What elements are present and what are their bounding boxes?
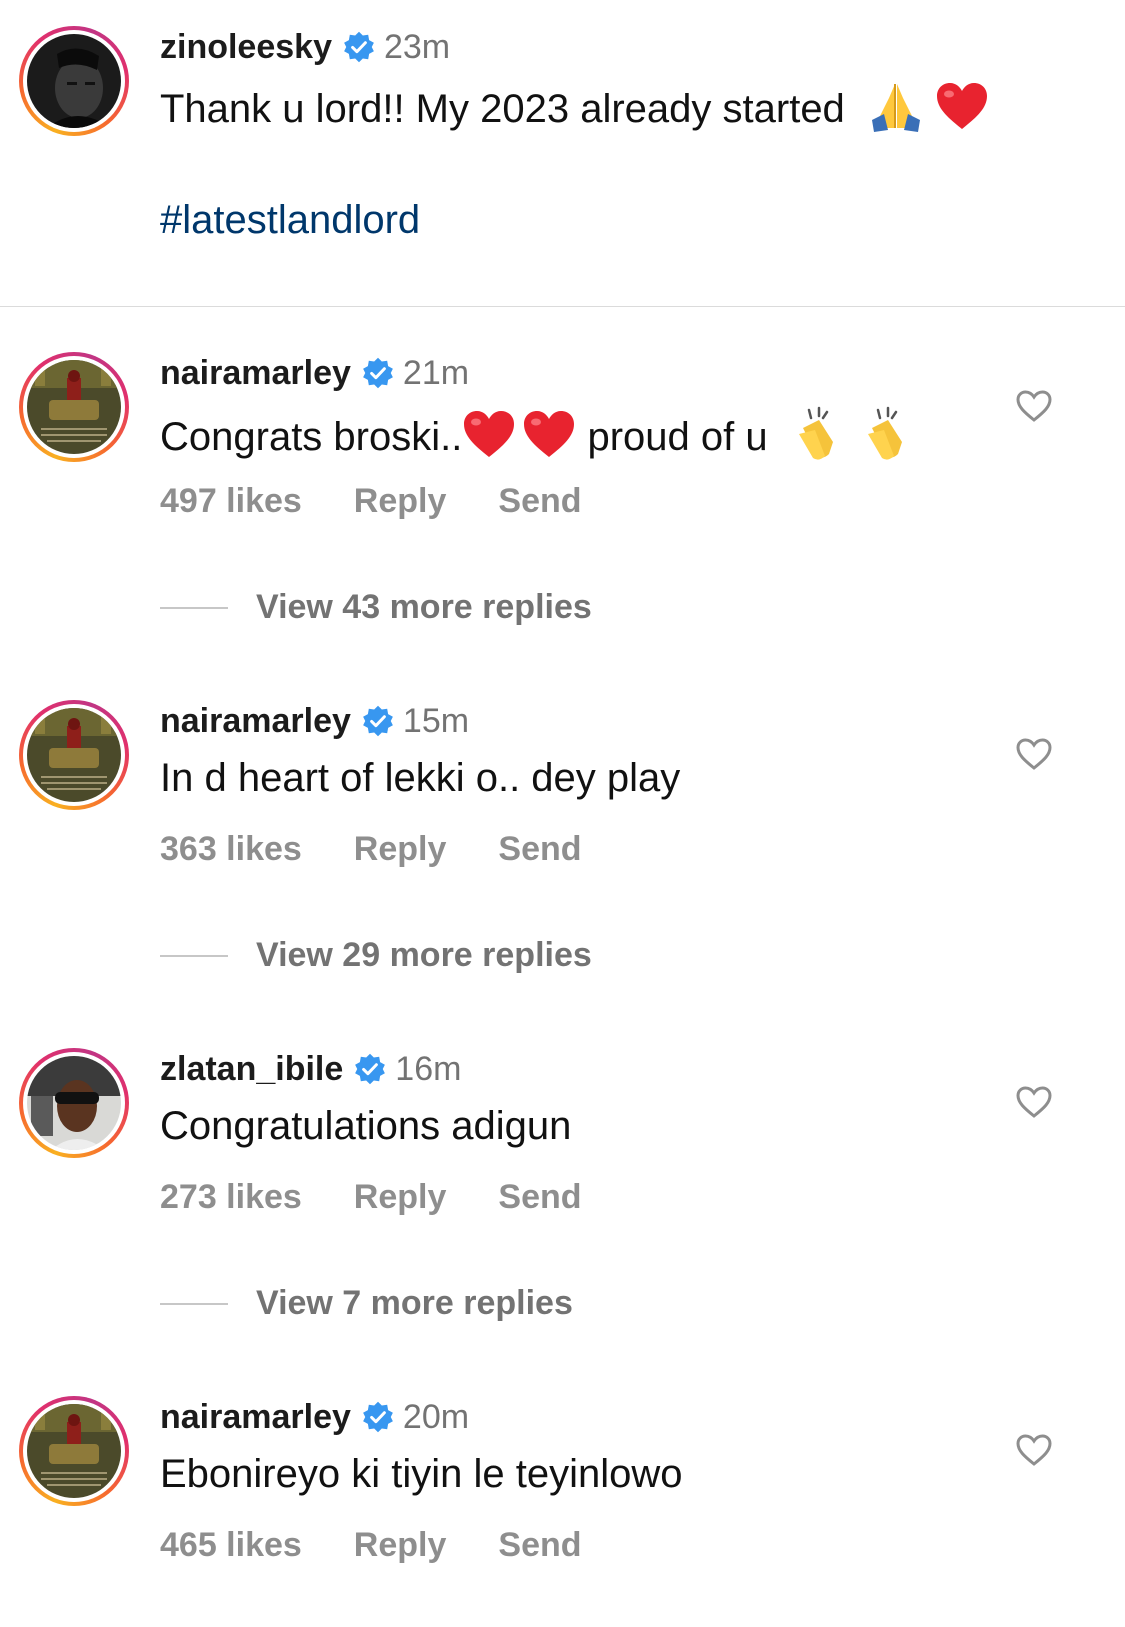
comment-text-part: proud of u — [576, 415, 768, 460]
verified-badge-icon — [355, 1053, 386, 1085]
replies-line — [160, 1302, 228, 1305]
comment-actions: 465 likes Reply Send — [160, 1526, 634, 1565]
comment-text: In d heart of lekki o.. dey play — [160, 756, 681, 800]
avatar-nairamarley[interactable] — [19, 1396, 129, 1506]
caption-text-content: Thank u lord!! My 2023 already started — [160, 87, 845, 132]
reply-button[interactable]: Reply — [354, 830, 447, 869]
caption-divider — [0, 306, 1125, 307]
red-heart-emoji-icon — [462, 409, 516, 470]
username[interactable]: zinoleesky — [160, 28, 332, 67]
reply-button[interactable]: Reply — [354, 1526, 447, 1565]
comment-text-part: Congrats broski.. — [160, 415, 463, 460]
view-replies-label: View 43 more replies — [256, 588, 592, 626]
timestamp: 21m — [402, 353, 470, 392]
like-heart-icon[interactable] — [1015, 737, 1053, 771]
verified-badge-icon — [363, 357, 393, 389]
reply-button[interactable]: Reply — [354, 482, 447, 521]
red-heart-emoji-icon — [935, 81, 989, 142]
username[interactable]: zlatan_ibile — [160, 1050, 343, 1089]
comment-actions: 273 likes Reply Send — [160, 1178, 634, 1217]
reply-button[interactable]: Reply — [354, 1178, 447, 1217]
send-button[interactable]: Send — [498, 1178, 581, 1217]
caption-header: zinoleesky 23m — [160, 27, 450, 67]
comment-header: nairamarley 20m — [160, 1397, 469, 1437]
avatar-image — [27, 1404, 121, 1498]
comment-header: nairamarley 21m — [160, 353, 469, 393]
avatar-image — [27, 34, 121, 128]
send-button[interactable]: Send — [498, 482, 581, 521]
clapping-hands-emoji-icon — [858, 406, 914, 473]
red-heart-emoji-icon — [522, 409, 576, 470]
likes-count[interactable]: 273 likes — [160, 1178, 302, 1217]
verified-badge-icon — [344, 31, 374, 63]
username[interactable]: nairamarley — [160, 702, 351, 741]
comment-text: Congratulations adigun — [160, 1104, 572, 1148]
view-replies-button[interactable]: View 43 more replies — [160, 588, 592, 627]
avatar-image — [27, 708, 121, 802]
likes-count[interactable]: 497 likes — [160, 482, 302, 521]
timestamp: 23m — [383, 27, 451, 66]
view-replies-button[interactable]: View 29 more replies — [160, 936, 592, 975]
verified-badge-icon — [363, 705, 393, 737]
comment-actions: 497 likes Reply Send — [160, 482, 634, 521]
view-replies-label: View 29 more replies — [256, 936, 592, 974]
like-heart-icon[interactable] — [1015, 389, 1053, 423]
folded-hands-emoji-icon — [868, 80, 924, 143]
caption-text: Thank u lord!! My 2023 already started — [160, 80, 989, 143]
send-button[interactable]: Send — [498, 830, 581, 869]
replies-line — [160, 606, 228, 609]
comment-text: Ebonireyo ki tiyin le teyinlowo — [160, 1452, 683, 1496]
avatar-image — [27, 1056, 121, 1150]
username[interactable]: nairamarley — [160, 1398, 351, 1437]
avatar-nairamarley[interactable] — [19, 700, 129, 810]
likes-count[interactable]: 465 likes — [160, 1526, 302, 1565]
timestamp: 20m — [402, 1397, 470, 1436]
timestamp: 16m — [395, 1049, 462, 1088]
username[interactable]: nairamarley — [160, 354, 351, 393]
avatar-zlatan-ibile[interactable] — [19, 1048, 129, 1158]
avatar-image — [27, 360, 121, 454]
comment-actions: 363 likes Reply Send — [160, 830, 634, 869]
replies-line — [160, 954, 228, 957]
send-button[interactable]: Send — [498, 1526, 581, 1565]
comment-header: nairamarley 15m — [160, 701, 469, 741]
like-heart-icon[interactable] — [1015, 1085, 1053, 1119]
clapping-hands-emoji-icon — [789, 406, 845, 473]
hashtag-link[interactable]: #latestlandlord — [160, 196, 420, 244]
avatar-zinoleesky[interactable] — [19, 26, 129, 136]
comment-header: zlatan_ibile 16m — [160, 1049, 461, 1089]
view-replies-button[interactable]: View 7 more replies — [160, 1284, 573, 1323]
view-replies-label: View 7 more replies — [256, 1284, 573, 1322]
comment-text: Congrats broski.. proud of u — [160, 406, 914, 473]
timestamp: 15m — [402, 701, 470, 740]
like-heart-icon[interactable] — [1015, 1433, 1053, 1467]
avatar-nairamarley[interactable] — [19, 352, 129, 462]
verified-badge-icon — [363, 1401, 393, 1433]
likes-count[interactable]: 363 likes — [160, 830, 302, 869]
